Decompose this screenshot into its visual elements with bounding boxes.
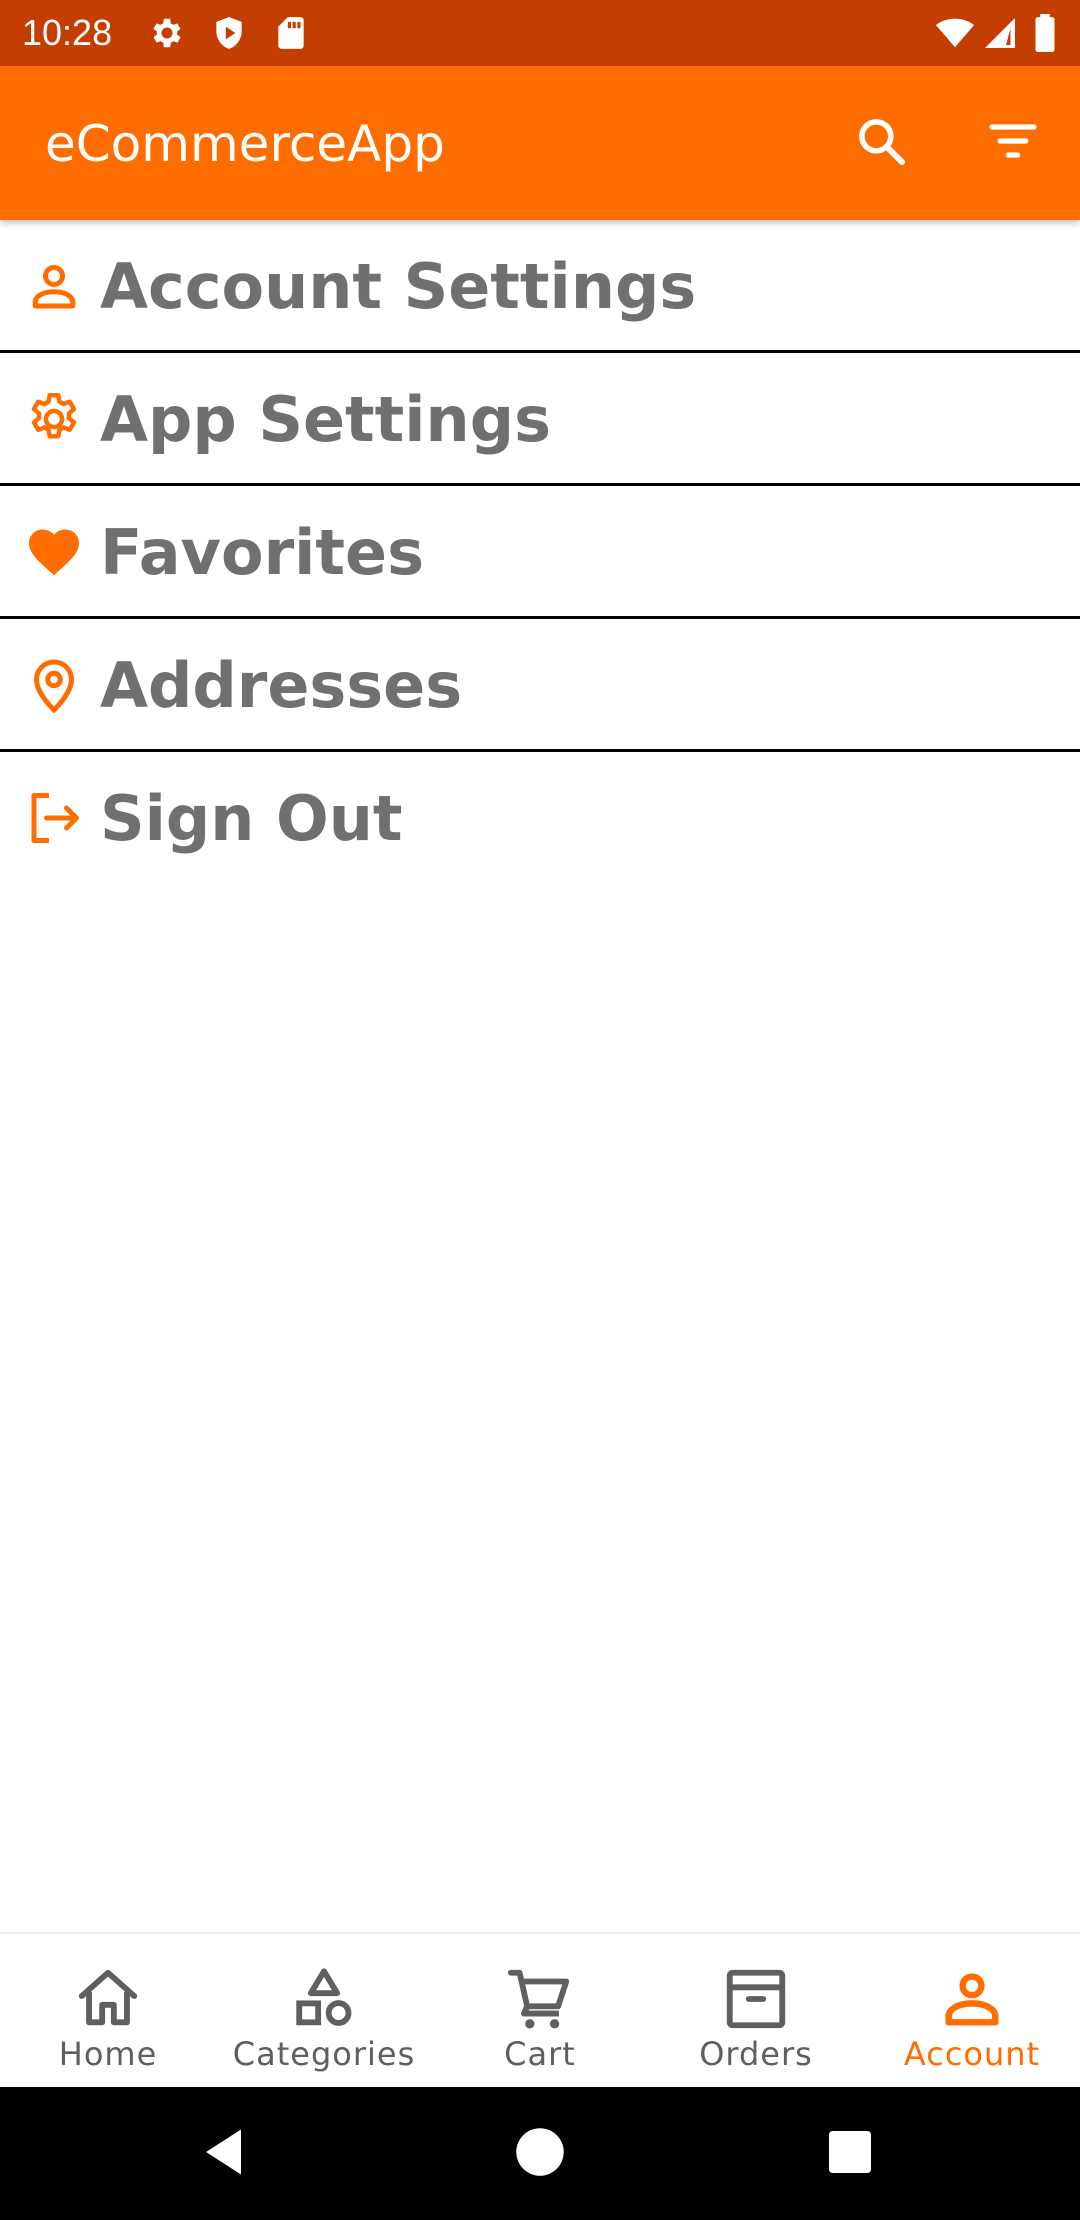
menu-item-label: Favorites [100,516,424,589]
recents-icon [822,2124,878,2185]
status-time: 10:28 [22,12,113,53]
filter-button[interactable] [981,111,1045,175]
nav-label: Home [58,2035,158,2073]
shapes-icon [289,1964,359,2034]
nav-cart[interactable]: Cart [432,1934,648,2089]
search-icon [853,113,909,174]
gear-icon [24,389,84,449]
person-icon [24,256,84,316]
nav-label: Cart [504,2035,576,2073]
nav-label: Account [903,2035,1041,2073]
archive-box-icon [721,1964,791,2034]
search-button[interactable] [849,111,913,175]
menu-item-addresses[interactable]: Addresses [0,619,1080,752]
nav-categories[interactable]: Categories [216,1934,432,2089]
recents-button[interactable] [810,2114,890,2194]
system-navigation-bar [0,2087,1080,2220]
menu-item-label: App Settings [100,383,551,456]
nav-label: Orders [699,2035,813,2073]
filter-icon [985,113,1041,174]
menu-item-label: Account Settings [100,250,697,323]
app-title: eCommerceApp [45,115,445,173]
menu-item-label: Addresses [100,649,463,722]
menu-item-app-settings[interactable]: App Settings [0,353,1080,486]
menu-item-account-settings[interactable]: Account Settings [0,220,1080,353]
nav-label: Categories [232,2035,416,2073]
account-menu-list: Account Settings App Settings Favorites … [0,220,1080,885]
logout-icon [24,788,84,848]
screen: 10:28 eCommerceApp Account Settings App … [0,0,1080,2220]
signal-icon [982,14,1020,52]
menu-item-label: Sign Out [100,782,403,855]
bottom-navigation: Home Categories Cart Orders Account [0,1932,1080,2087]
battery-icon [1030,14,1060,53]
shield-icon [210,14,248,52]
home-circle-icon [510,2122,570,2187]
location-pin-icon [24,655,84,715]
back-icon [196,2122,256,2187]
wifi-icon [935,14,974,52]
cart-icon [505,1964,575,2034]
status-bar: 10:28 [0,0,1080,66]
nav-orders[interactable]: Orders [648,1934,864,2089]
nav-home[interactable]: Home [0,1934,216,2089]
sd-card-icon [272,14,310,52]
menu-item-favorites[interactable]: Favorites [0,486,1080,619]
app-bar: eCommerceApp [0,66,1080,220]
back-button[interactable] [186,2114,266,2194]
gear-icon [148,14,186,52]
home-system-button[interactable] [500,2114,580,2194]
menu-item-sign-out[interactable]: Sign Out [0,752,1080,885]
nav-account[interactable]: Account [864,1934,1080,2089]
person-icon [937,1964,1007,2034]
home-icon [73,1964,143,2034]
heart-icon [24,522,84,582]
